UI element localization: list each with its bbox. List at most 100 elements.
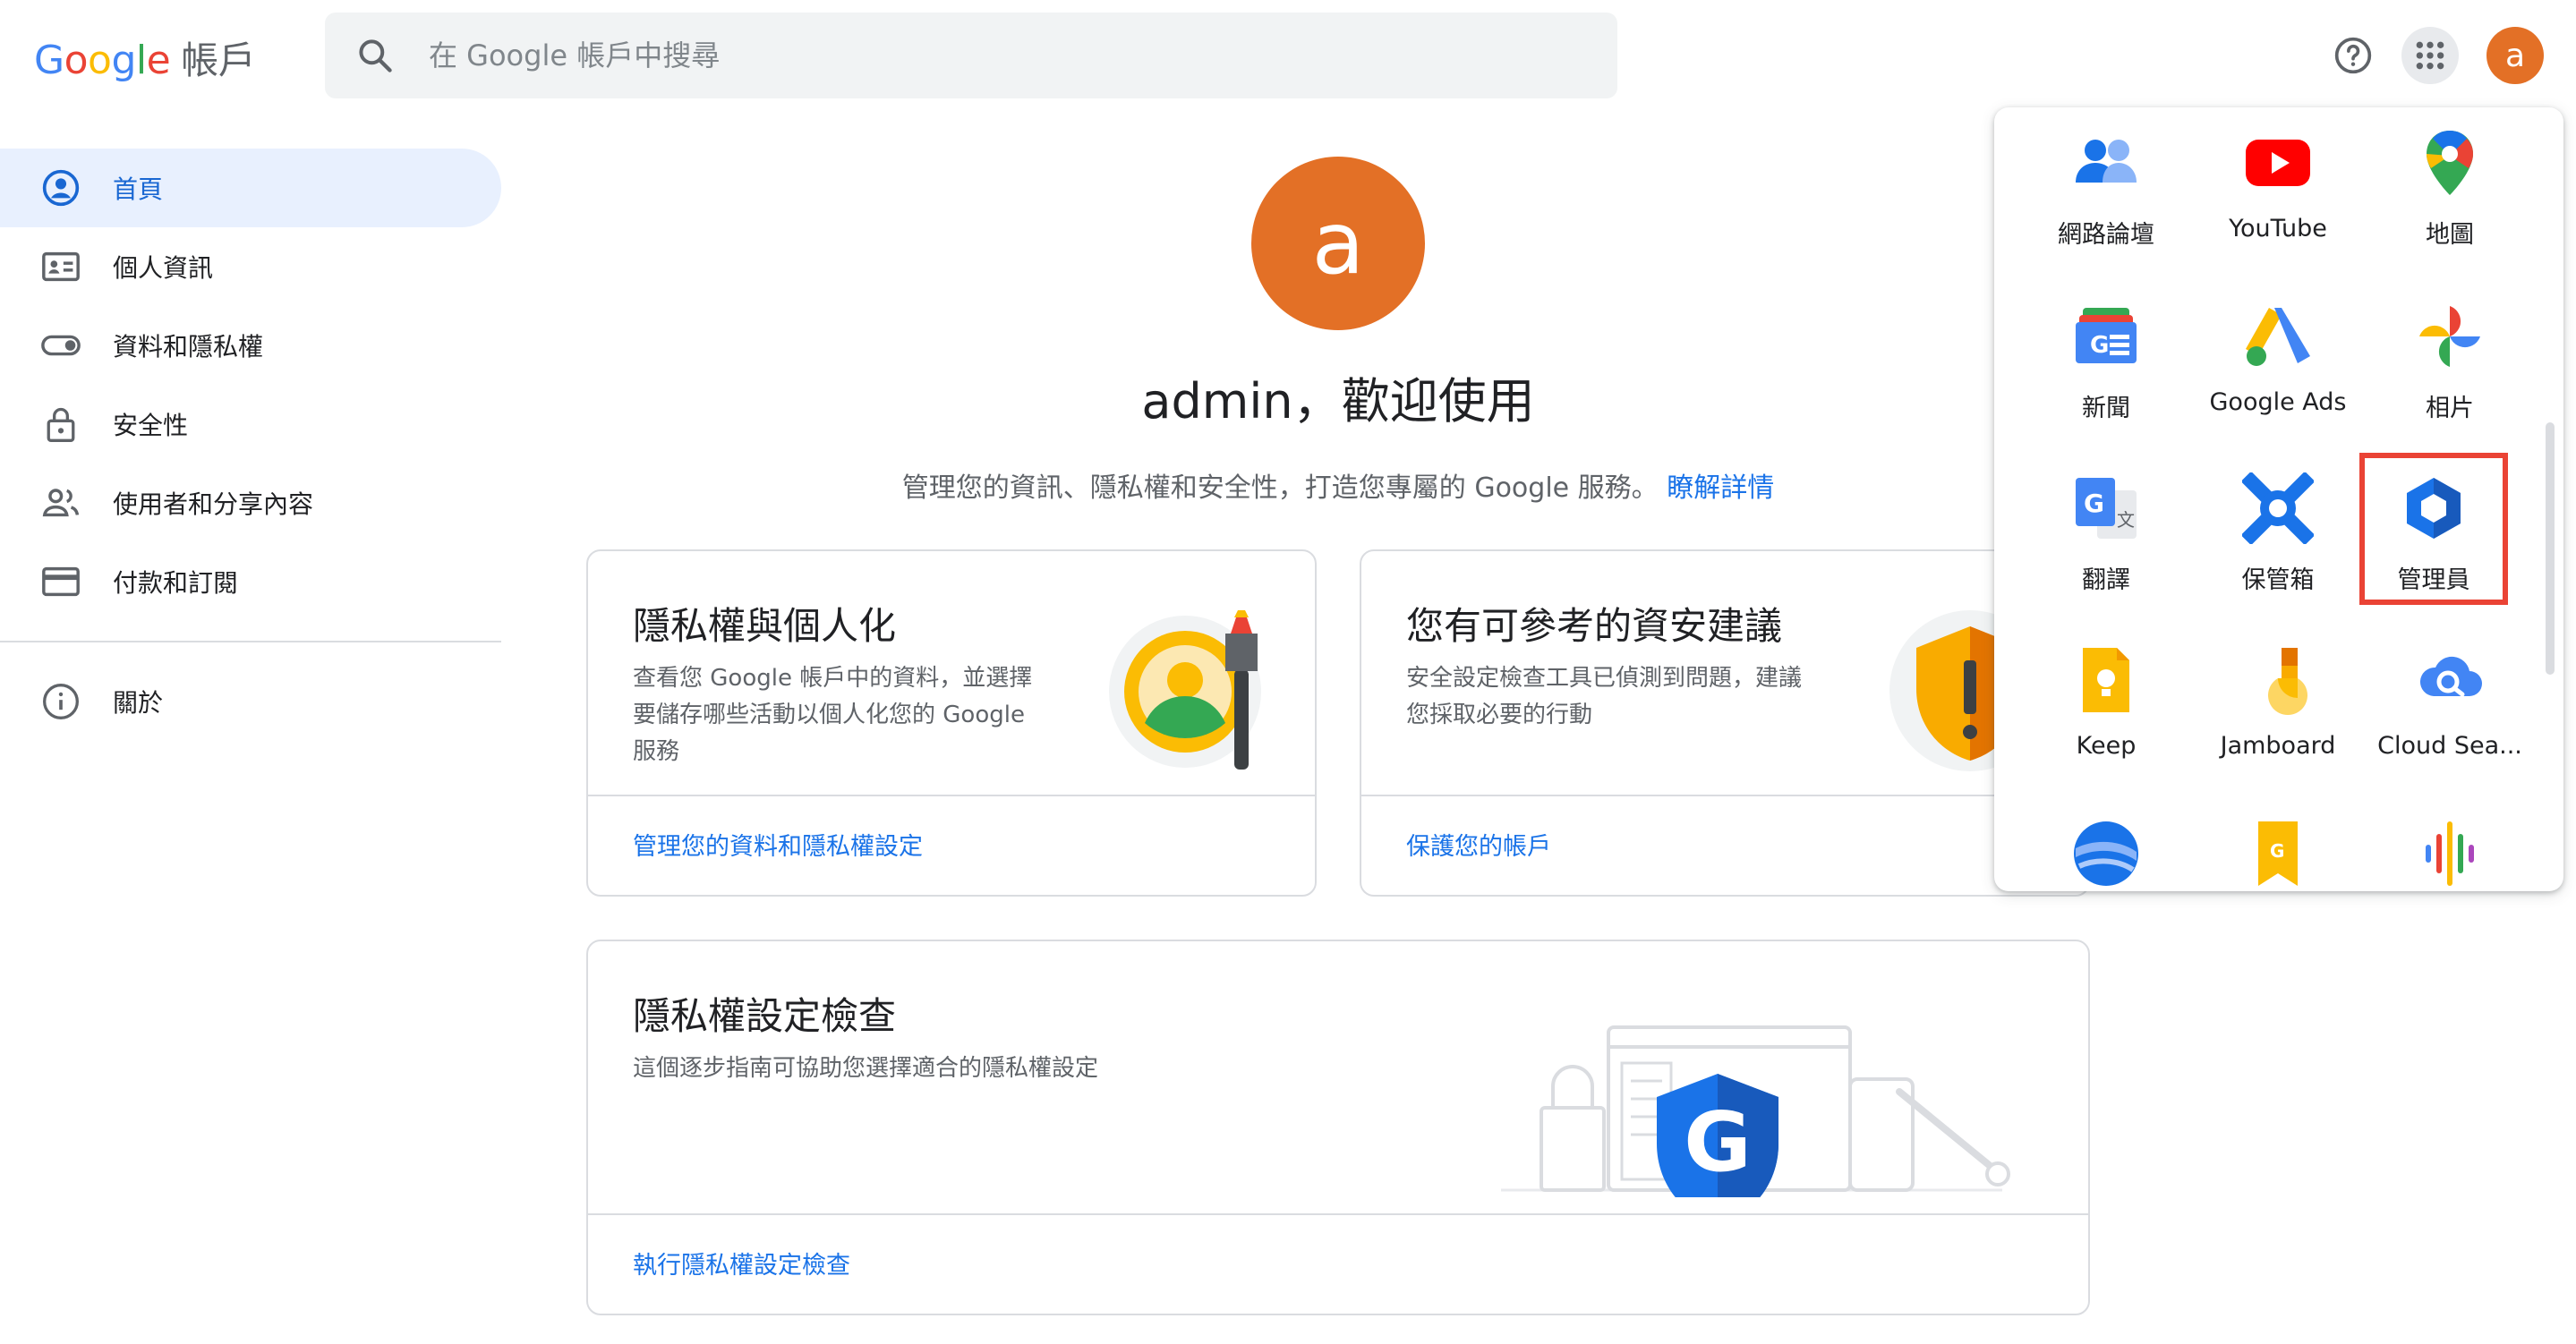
- card-title: 您有可參考的資安建議: [1406, 604, 1783, 648]
- logo-letter: G: [34, 38, 64, 83]
- logo-letter: o: [64, 38, 89, 83]
- card-description: 安全設定檢查工具已偵測到問題，建議 您採取必要的行動: [1406, 660, 1802, 734]
- app-maps[interactable]: 地圖: [2365, 107, 2535, 268]
- sidebar-item-payments[interactable]: 付款和訂閱: [0, 542, 501, 621]
- app-label: 管理員: [2397, 566, 2470, 594]
- card-description-line: 這個逐步指南可協助您選擇適合的隱私權設定: [633, 1055, 1099, 1082]
- sidebar-item-security[interactable]: 安全性: [0, 385, 501, 464]
- svg-text:G: G: [2084, 489, 2104, 518]
- sidebar-item-data-privacy[interactable]: 資料和隱私權: [0, 306, 501, 385]
- subtitle-text: 管理您的資訊、隱私權和安全性，打造您專屬的 Google 服務。: [901, 472, 1659, 504]
- svg-text:G: G: [1684, 1094, 1752, 1190]
- search-bar[interactable]: [325, 13, 1617, 98]
- account-avatar-button[interactable]: a: [2486, 27, 2544, 84]
- help-icon: [2334, 37, 2372, 74]
- card-title: 隱私權設定檢查: [633, 994, 897, 1038]
- youtube-icon: [2246, 140, 2310, 186]
- sidebar-item-label: 首頁: [113, 174, 164, 204]
- apps-grid-icon: [2416, 41, 2444, 70]
- app-earth[interactable]: [2021, 798, 2191, 891]
- sidebar-item-personal-info[interactable]: 個人資訊: [0, 227, 501, 306]
- credit-card-icon: [39, 560, 82, 603]
- logo-letter: e: [146, 38, 171, 83]
- svg-text:G: G: [2270, 840, 2284, 862]
- jamboard-icon: [2268, 648, 2307, 716]
- app-groups[interactable]: 網路論壇: [2021, 107, 2191, 268]
- app-label: 翻譯: [2082, 566, 2130, 594]
- app-label: 相片: [2426, 395, 2474, 422]
- maps-icon: [2427, 131, 2473, 195]
- apps-panel-scrollbar[interactable]: [2546, 422, 2555, 675]
- info-icon: [39, 680, 82, 723]
- learn-more-link[interactable]: 瞭解詳情: [1667, 472, 1774, 504]
- privacy-checkup-card[interactable]: 隱私權設定檢查 這個逐步指南可協助您選擇適合的隱私權設定 G 執行隱私權設定檢查: [586, 940, 2090, 1315]
- card-description-line: 您採取必要的行動: [1406, 702, 1593, 728]
- id-card-icon: [39, 245, 82, 288]
- svg-text:G: G: [2090, 332, 2109, 359]
- app-label: Jamboard: [2220, 732, 2336, 760]
- sidebar-item-label: 關於: [113, 688, 164, 718]
- sidebar-item-label: 使用者和分享內容: [113, 489, 314, 519]
- logo-letter: g: [111, 38, 136, 83]
- account-circle-icon: [39, 166, 82, 209]
- app-news[interactable]: G 新聞: [2021, 281, 2191, 442]
- app-label: Keep: [2076, 732, 2137, 760]
- sidebar-item-home[interactable]: 首頁: [0, 149, 501, 227]
- photos-icon: [2419, 306, 2480, 367]
- protect-account-link[interactable]: 保護您的帳戶: [1406, 827, 1551, 862]
- app-label: 地圖: [2426, 221, 2474, 249]
- help-button[interactable]: [2324, 27, 2382, 84]
- app-label: Cloud Sea...: [2377, 732, 2522, 760]
- app-jamboard[interactable]: Jamboard: [2193, 625, 2363, 786]
- app-vault[interactable]: 保管箱: [2193, 453, 2363, 614]
- people-icon: [39, 481, 82, 524]
- welcome-heading: admin，歡迎使用: [1141, 373, 1535, 430]
- welcome-subtitle: 管理您的資訊、隱私權和安全性，打造您專屬的 Google 服務。 瞭解詳情: [627, 465, 2050, 505]
- google-apps-button[interactable]: [2401, 27, 2459, 84]
- app-google-ads[interactable]: Google Ads: [2193, 281, 2363, 442]
- sidebar-item-label: 資料和隱私權: [113, 332, 264, 362]
- sidebar-divider: [0, 641, 501, 642]
- card-footer: 保護您的帳戶: [1361, 795, 2088, 895]
- search-input[interactable]: [429, 38, 1503, 72]
- app-cloud-search[interactable]: Cloud Sea...: [2365, 625, 2535, 786]
- card-footer: 執行隱私權設定檢查: [588, 1213, 2088, 1314]
- app-admin[interactable]: 管理員: [2359, 453, 2508, 605]
- cloud-search-icon: [2419, 656, 2482, 697]
- toggle-icon: [39, 324, 82, 367]
- groups-icon: [2076, 140, 2137, 183]
- card-title: 隱私權與個人化: [633, 604, 897, 648]
- sidebar-item-people-sharing[interactable]: 使用者和分享內容: [0, 464, 501, 542]
- app-photos[interactable]: 相片: [2365, 281, 2535, 442]
- run-privacy-checkup-link[interactable]: 執行隱私權設定檢查: [633, 1246, 850, 1280]
- avatar-letter: a: [2504, 37, 2526, 74]
- security-recommendations-card[interactable]: 您有可參考的資安建議 安全設定檢查工具已偵測到問題，建議 您採取必要的行動 保護…: [1360, 549, 2090, 897]
- sidebar-item-label: 安全性: [113, 411, 189, 440]
- podcasts-icon: [2426, 821, 2474, 886]
- google-account-logo[interactable]: Google 帳戶: [34, 30, 256, 85]
- card-footer: 管理您的資料和隱私權設定: [588, 795, 1315, 895]
- app-youtube[interactable]: YouTube: [2193, 107, 2363, 268]
- vault-icon: [2242, 472, 2314, 544]
- profile-avatar[interactable]: a: [1251, 157, 1425, 330]
- search-icon[interactable]: [355, 36, 395, 75]
- app-translate[interactable]: G文 翻譯: [2021, 453, 2191, 614]
- privacy-personalization-card[interactable]: 隱私權與個人化 查看您 Google 帳戶中的資料，並選擇 要儲存哪些活動以個人…: [586, 549, 1317, 897]
- manage-data-privacy-link[interactable]: 管理您的資料和隱私權設定: [633, 827, 923, 862]
- logo-letter: l: [135, 38, 147, 83]
- translate-icon: G文: [2076, 478, 2137, 539]
- privacy-checkup-illustration-icon: G: [1501, 1025, 2010, 1197]
- sidebar-item-label: 個人資訊: [113, 253, 214, 283]
- app-label: YouTube: [2229, 215, 2327, 242]
- google-apps-panel[interactable]: 網路論壇 YouTube 地圖 G 新聞 Google Ads 相片 G文 翻譯…: [1994, 107, 2563, 891]
- keep-icon: [2083, 648, 2129, 712]
- arts-culture-icon: G: [2258, 821, 2298, 886]
- logo-letter: o: [88, 38, 112, 83]
- sidebar-item-about[interactable]: 關於: [0, 662, 501, 741]
- svg-text:文: 文: [2117, 509, 2135, 531]
- app-label: 新聞: [2082, 395, 2130, 422]
- app-keep[interactable]: Keep: [2021, 625, 2191, 786]
- news-icon: G: [2076, 308, 2137, 363]
- app-podcasts[interactable]: [2365, 798, 2535, 891]
- app-arts-culture[interactable]: G: [2193, 798, 2363, 891]
